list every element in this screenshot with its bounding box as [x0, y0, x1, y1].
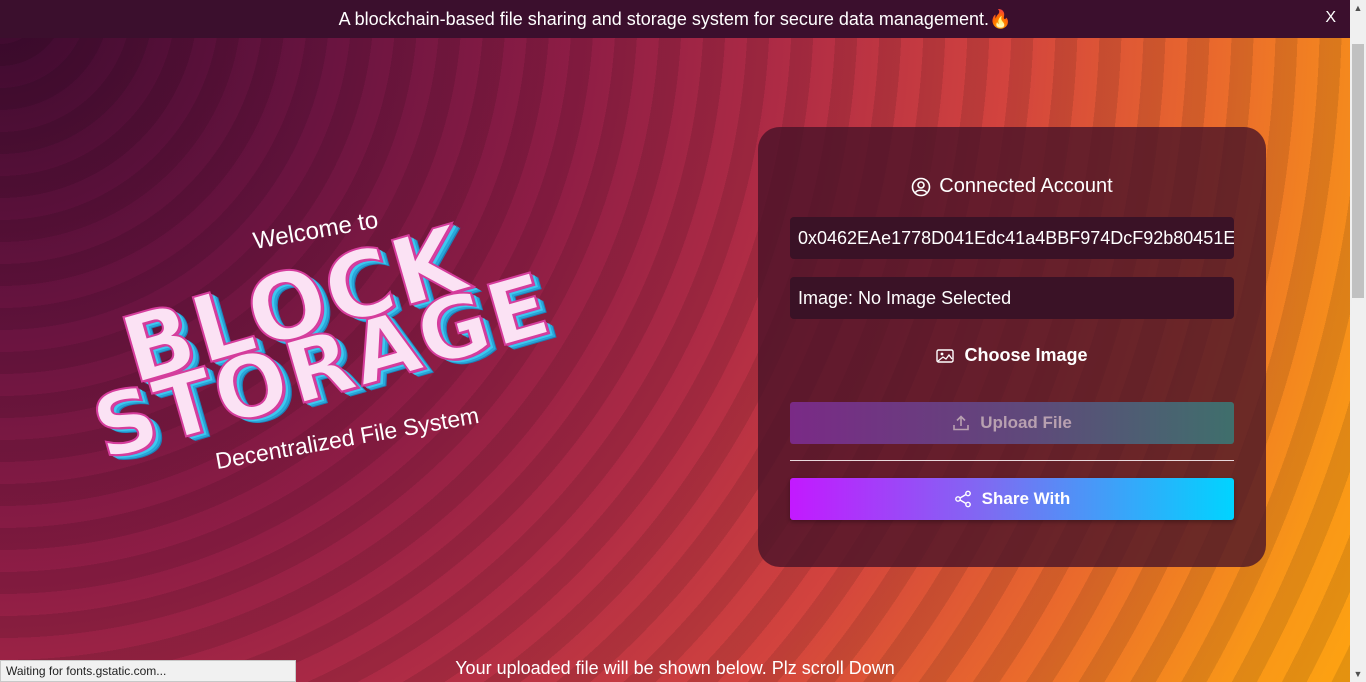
choose-image-label: Choose Image [964, 345, 1088, 365]
connected-account-label: Connected Account [939, 175, 1113, 197]
scroll-up-arrow-icon[interactable]: ▲ [1350, 0, 1366, 16]
account-address-field: 0x0462EAe1778D041Edc41a4BBF974DcF92b8045… [790, 217, 1234, 259]
scroll-thumb[interactable] [1352, 44, 1364, 298]
upload-file-button[interactable]: Upload File [790, 402, 1234, 444]
scroll-down-arrow-icon[interactable]: ▼ [1350, 666, 1366, 682]
share-icon [954, 490, 972, 508]
announcement-banner: A blockchain-based file sharing and stor… [0, 0, 1350, 38]
choose-image-button[interactable]: Choose Image [758, 345, 1266, 366]
image-status-field: Image: No Image Selected [790, 277, 1234, 319]
upload-icon [952, 414, 970, 432]
upload-file-label: Upload File [980, 413, 1072, 432]
user-circle-icon [911, 177, 931, 197]
page-scrollbar[interactable]: ▲ ▼ [1350, 0, 1366, 682]
share-with-label: Share With [981, 489, 1071, 508]
card-divider [790, 460, 1234, 461]
hero-logo: Welcome to BLOCK STORAGE Decentralized F… [81, 204, 650, 510]
banner-close-button[interactable]: X [1325, 9, 1336, 27]
browser-status-bar: Waiting for fonts.gstatic.com... [0, 660, 296, 682]
upload-card: Connected Account 0x0462EAe1778D041Edc41… [758, 127, 1266, 567]
connected-account-heading: Connected Account [758, 175, 1266, 198]
banner-text: A blockchain-based file sharing and stor… [338, 8, 1012, 29]
image-icon [936, 348, 955, 364]
share-with-button[interactable]: Share With [790, 478, 1234, 520]
